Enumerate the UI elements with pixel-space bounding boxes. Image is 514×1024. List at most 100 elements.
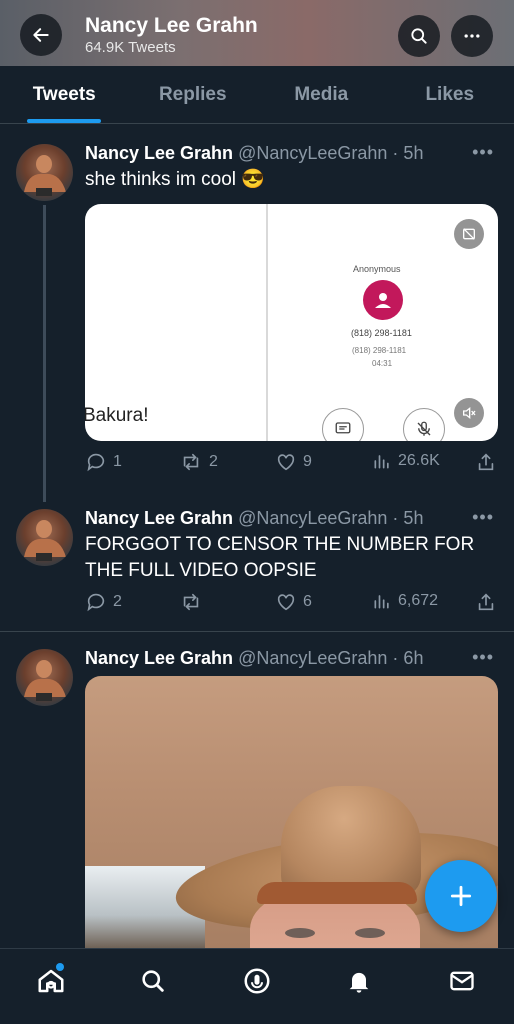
heart-icon xyxy=(277,594,295,611)
avatar-image xyxy=(24,660,66,701)
search-button[interactable] xyxy=(398,15,440,57)
mic-off-icon xyxy=(417,421,431,436)
retweet-button[interactable]: 2 xyxy=(179,451,218,473)
tweet-more-button[interactable]: ••• xyxy=(472,142,494,163)
message-button xyxy=(322,408,364,441)
search-icon xyxy=(142,970,164,992)
avatar-image xyxy=(24,155,66,196)
retweet-icon xyxy=(183,593,199,611)
retweet-icon xyxy=(183,453,199,471)
tab-label: Replies xyxy=(158,83,227,105)
author-handle-time: @NancyLeeGrahn · 5h xyxy=(238,143,424,163)
arrow-left-icon xyxy=(33,28,49,42)
back-button[interactable] xyxy=(20,14,62,56)
tab-tweets[interactable]: Tweets xyxy=(0,66,129,123)
compose-plus-icon xyxy=(450,885,472,907)
avatar[interactable] xyxy=(16,144,73,201)
spaces-icon xyxy=(244,968,270,994)
retweet-count: 2 xyxy=(209,453,218,470)
share-icon xyxy=(478,593,494,611)
caller-number-small: (818) 298-1181 xyxy=(352,346,407,355)
share-icon xyxy=(478,453,494,471)
tweet-header: Nancy Lee Grahn @NancyLeeGrahn · 5h xyxy=(85,508,423,529)
call-time: 04:31 xyxy=(372,359,393,368)
nav-messages[interactable] xyxy=(432,949,492,1013)
like-count: 6 xyxy=(303,593,312,610)
tab-media[interactable]: Media xyxy=(257,66,386,123)
author-name[interactable]: Nancy Lee Grahn xyxy=(85,508,233,528)
search-icon xyxy=(411,28,427,44)
share-button[interactable] xyxy=(475,591,503,613)
author-handle-time: @NancyLeeGrahn · 6h xyxy=(238,648,424,668)
tweet-more-button[interactable]: ••• xyxy=(472,647,494,668)
volume-mute-icon xyxy=(463,406,476,420)
video-caption: Bakura! xyxy=(85,405,149,426)
notifications-icon xyxy=(349,972,369,993)
nav-home[interactable] xyxy=(21,949,81,1013)
reply-icon xyxy=(87,453,105,472)
author-handle-time: @NancyLeeGrahn · 5h xyxy=(238,508,424,528)
sensitive-toggle-button[interactable] xyxy=(454,219,484,249)
avatar[interactable] xyxy=(16,509,73,566)
tab-replies[interactable]: Replies xyxy=(129,66,258,123)
tweet-video[interactable]: Bakura! Anonymous (818) 298-1181 (818) 2… xyxy=(85,204,498,441)
eye xyxy=(355,928,385,938)
avatar[interactable] xyxy=(16,649,73,706)
views-button[interactable]: 26.6K xyxy=(372,451,440,471)
hat-crown xyxy=(281,786,421,896)
tweet-text: FORGGOT TO CENSOR THE NUMBER FOR THE FUL… xyxy=(85,534,475,581)
tweet-text: she thinks im cool 😎 xyxy=(85,169,265,190)
tweet-header: Nancy Lee Grahn @NancyLeeGrahn · 5h xyxy=(85,143,423,164)
views-count: 6,672 xyxy=(398,592,439,609)
tweet-more-button[interactable]: ••• xyxy=(472,507,494,528)
contact-avatar-icon xyxy=(363,280,403,320)
reply-count: 1 xyxy=(113,453,122,470)
eye xyxy=(285,928,315,938)
author-name[interactable]: Nancy Lee Grahn xyxy=(85,648,233,668)
share-button[interactable] xyxy=(475,451,503,473)
more-button[interactable] xyxy=(451,15,493,57)
tweet-header: Nancy Lee Grahn @NancyLeeGrahn · 6h xyxy=(85,648,423,669)
mute-mic-button xyxy=(403,408,445,441)
like-count: 9 xyxy=(303,453,312,470)
caller-number: (818) 298-1181 xyxy=(351,328,412,338)
analytics-icon xyxy=(374,455,389,469)
views-count: 26.6K xyxy=(398,452,440,469)
notification-dot xyxy=(56,963,64,971)
hair xyxy=(257,882,417,904)
retweet-button[interactable] xyxy=(179,591,209,613)
tweet-actions: 1 2 9 26.6K xyxy=(85,451,497,475)
avatar-image xyxy=(24,520,66,561)
tweet-count: 64.9K Tweets xyxy=(85,39,176,56)
bottom-navigation xyxy=(0,948,514,1024)
mute-video-button[interactable] xyxy=(454,398,484,428)
caller-label: Anonymous xyxy=(353,264,401,274)
nav-search[interactable] xyxy=(123,949,183,1013)
tab-label: Likes xyxy=(425,83,475,105)
tab-label: Tweets xyxy=(32,83,96,105)
author-name[interactable]: Nancy Lee Grahn xyxy=(85,143,233,163)
more-horizontal-icon xyxy=(464,34,480,38)
video-split xyxy=(266,204,268,441)
message-icon xyxy=(335,422,351,434)
reply-button[interactable]: 2 xyxy=(85,591,122,613)
profile-header: Nancy Lee Grahn 64.9K Tweets xyxy=(0,0,514,66)
nav-spaces[interactable] xyxy=(227,949,287,1013)
tab-label: Media xyxy=(294,83,349,105)
reply-icon xyxy=(87,593,105,612)
active-tab-indicator xyxy=(27,119,102,123)
like-button[interactable]: 6 xyxy=(275,591,312,613)
tweet-divider xyxy=(0,631,514,632)
analytics-icon xyxy=(374,595,389,609)
reply-button[interactable]: 1 xyxy=(85,451,122,473)
tab-likes[interactable]: Likes xyxy=(386,66,514,123)
reply-count: 2 xyxy=(113,593,122,610)
nav-notifications[interactable] xyxy=(329,949,389,1013)
compose-tweet-button[interactable] xyxy=(425,860,497,932)
image-crossed-icon xyxy=(463,228,475,240)
heart-icon xyxy=(277,454,295,471)
like-button[interactable]: 9 xyxy=(275,451,312,473)
views-button[interactable]: 6,672 xyxy=(372,591,438,611)
profile-name: Nancy Lee Grahn xyxy=(85,14,258,37)
tweet-actions: 2 6 6,672 xyxy=(85,591,497,615)
